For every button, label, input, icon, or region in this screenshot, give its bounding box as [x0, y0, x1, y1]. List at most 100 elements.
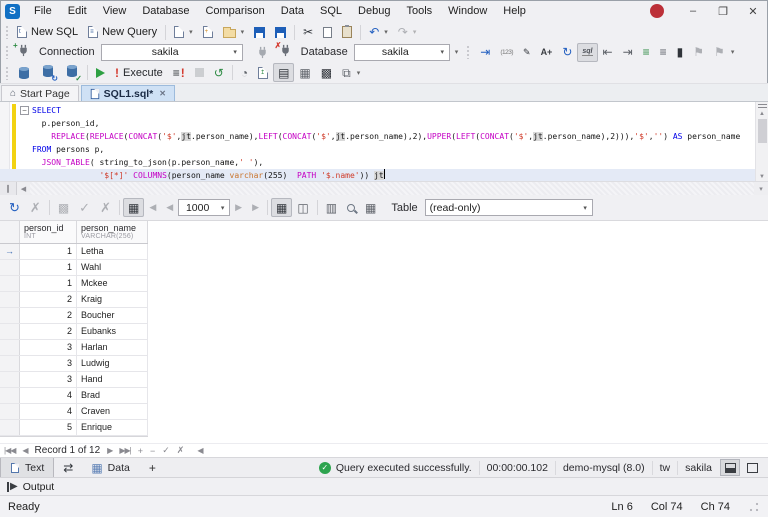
- cell-person-id[interactable]: 1: [20, 276, 77, 291]
- next-bookmark-button[interactable]: ⚑: [709, 43, 730, 62]
- new-connection-button[interactable]: +: [12, 43, 35, 62]
- cell-person-id[interactable]: 2: [20, 292, 77, 307]
- new-window-button[interactable]: ⧉: [337, 63, 356, 82]
- snippets-button[interactable]: ✎: [518, 43, 536, 62]
- row-selector[interactable]: [0, 340, 20, 355]
- code-line[interactable]: FROM persons p,: [0, 143, 755, 156]
- prev-bookmark-button[interactable]: ⚑: [688, 43, 709, 62]
- page-size-select[interactable]: 1000 ▾: [178, 199, 230, 216]
- column-header-person-id[interactable]: person_id INT: [20, 221, 77, 243]
- table-row[interactable]: 4Brad: [0, 388, 148, 404]
- editor-vertical-scrollbar[interactable]: ▲ ▼: [755, 102, 768, 181]
- cell-person-id[interactable]: 3: [20, 340, 77, 355]
- splitter-handle[interactable]: ∥: [0, 182, 17, 195]
- last-page-button[interactable]: ▶: [247, 198, 264, 217]
- cell-person-name[interactable]: Boucher: [77, 308, 148, 323]
- cell-person-name[interactable]: Ludwig: [77, 356, 148, 371]
- cancel-edit-icon[interactable]: ✗: [177, 445, 185, 456]
- chevron-down-icon[interactable]: ▾: [455, 48, 459, 56]
- cell-person-name[interactable]: Harlan: [77, 340, 148, 355]
- menu-debug[interactable]: Debug: [350, 1, 398, 21]
- table-row[interactable]: 3Hand: [0, 372, 148, 388]
- run-button[interactable]: [91, 63, 110, 82]
- comment-button[interactable]: ≡: [638, 43, 655, 62]
- uncomment-button[interactable]: ≡: [655, 43, 672, 62]
- tab-sql1[interactable]: SQL1.sql* ✕: [81, 85, 175, 101]
- add-view-button[interactable]: +: [139, 461, 166, 475]
- table-row[interactable]: 3Harlan: [0, 340, 148, 356]
- chevron-down-icon[interactable]: ▾: [754, 185, 768, 193]
- connect-button[interactable]: [251, 43, 274, 62]
- splitter-handle[interactable]: [758, 104, 767, 108]
- table-row[interactable]: 1Mckee: [0, 276, 148, 292]
- row-selector[interactable]: [0, 372, 20, 387]
- delete-record-icon[interactable]: −: [150, 446, 155, 456]
- first-page-button[interactable]: ◀: [144, 198, 161, 217]
- save-button[interactable]: [249, 23, 270, 42]
- copy-button[interactable]: [318, 23, 337, 42]
- table-mode-select[interactable]: (read-only) ▾: [425, 199, 593, 216]
- menu-tools[interactable]: Tools: [398, 1, 440, 21]
- editor-horizontal-scrollbar[interactable]: ∥ ◀ ▾: [0, 181, 768, 195]
- refresh-results-button[interactable]: ↻: [4, 198, 25, 217]
- horizontal-layout-button[interactable]: [720, 459, 740, 476]
- paging-button[interactable]: ▦: [123, 198, 144, 217]
- row-selector[interactable]: [0, 404, 20, 419]
- grid-view-button[interactable]: ▦: [271, 198, 292, 217]
- cell-person-id[interactable]: 5: [20, 420, 77, 435]
- open-file-button[interactable]: ▾: [218, 23, 250, 42]
- redo-button[interactable]: ↷ ▾: [393, 23, 422, 42]
- cell-person-name[interactable]: Kraig: [77, 292, 148, 307]
- code-line[interactable]: p.person_id,: [0, 117, 755, 130]
- format-sql-button[interactable]: sql: [577, 43, 597, 62]
- code-line[interactable]: '$[*]' COLUMNS(person_name varchar(255) …: [0, 169, 755, 181]
- new-query-button[interactable]: ≡ New Query: [83, 23, 162, 42]
- cell-person-name[interactable]: Letha: [77, 244, 148, 259]
- table-row[interactable]: →1Letha: [0, 244, 148, 260]
- toolbar-overflow-icon[interactable]: ▾: [731, 48, 735, 56]
- code-line[interactable]: SELECT: [0, 104, 755, 117]
- commit-button[interactable]: ▩: [53, 198, 74, 217]
- cell-person-name[interactable]: Enrique: [77, 420, 148, 435]
- resize-grip[interactable]: [748, 501, 760, 513]
- database-task-button[interactable]: [12, 63, 36, 82]
- new-document-button[interactable]: ▾: [169, 23, 198, 42]
- profiler-button[interactable]: ◔: [236, 63, 253, 82]
- history-button[interactable]: ↺: [209, 63, 229, 82]
- cell-person-id[interactable]: 1: [20, 244, 77, 259]
- menu-window[interactable]: Window: [440, 1, 495, 21]
- cell-person-id[interactable]: 3: [20, 372, 77, 387]
- last-record-icon[interactable]: ▶▶|: [119, 446, 130, 455]
- table-row[interactable]: 1Wahl: [0, 260, 148, 276]
- maximize-button[interactable]: ❐: [708, 0, 738, 22]
- row-selector[interactable]: [0, 324, 20, 339]
- table-row[interactable]: 2Eubanks: [0, 324, 148, 340]
- vertical-layout-button[interactable]: [742, 459, 762, 476]
- scroll-down-icon[interactable]: ▼: [759, 173, 765, 181]
- tab-text-view[interactable]: Text: [0, 458, 54, 477]
- output-panel[interactable]: ▶ Output: [0, 477, 768, 495]
- cell-person-name[interactable]: Craven: [77, 404, 148, 419]
- scroll-up-icon[interactable]: ▲: [759, 110, 765, 118]
- menu-edit[interactable]: Edit: [60, 1, 95, 21]
- user-avatar[interactable]: [650, 4, 664, 18]
- undo-button[interactable]: ↶ ▾: [364, 23, 393, 42]
- outdent-button[interactable]: ⇤: [598, 43, 618, 62]
- database-refresh-button[interactable]: ↻: [36, 63, 60, 82]
- disconnect-button[interactable]: ✗: [274, 43, 297, 62]
- next-page-button[interactable]: ▶: [230, 198, 247, 217]
- save-all-button[interactable]: [270, 23, 291, 42]
- minimize-button[interactable]: –: [678, 0, 708, 22]
- menu-view[interactable]: View: [95, 1, 135, 21]
- cell-person-name[interactable]: Wahl: [77, 260, 148, 275]
- results-pane-button[interactable]: ▤: [273, 63, 294, 82]
- row-selector[interactable]: [0, 308, 20, 323]
- cell-person-id[interactable]: 3: [20, 356, 77, 371]
- card-view-button[interactable]: ◫: [292, 198, 313, 217]
- cell-person-id[interactable]: 4: [20, 388, 77, 403]
- scrollbar-thumb[interactable]: [758, 119, 767, 143]
- table-row[interactable]: 2Kraig: [0, 292, 148, 308]
- find-in-results-button[interactable]: [342, 198, 360, 217]
- menu-comparison[interactable]: Comparison: [197, 1, 272, 21]
- first-record-icon[interactable]: |◀◀: [4, 446, 15, 455]
